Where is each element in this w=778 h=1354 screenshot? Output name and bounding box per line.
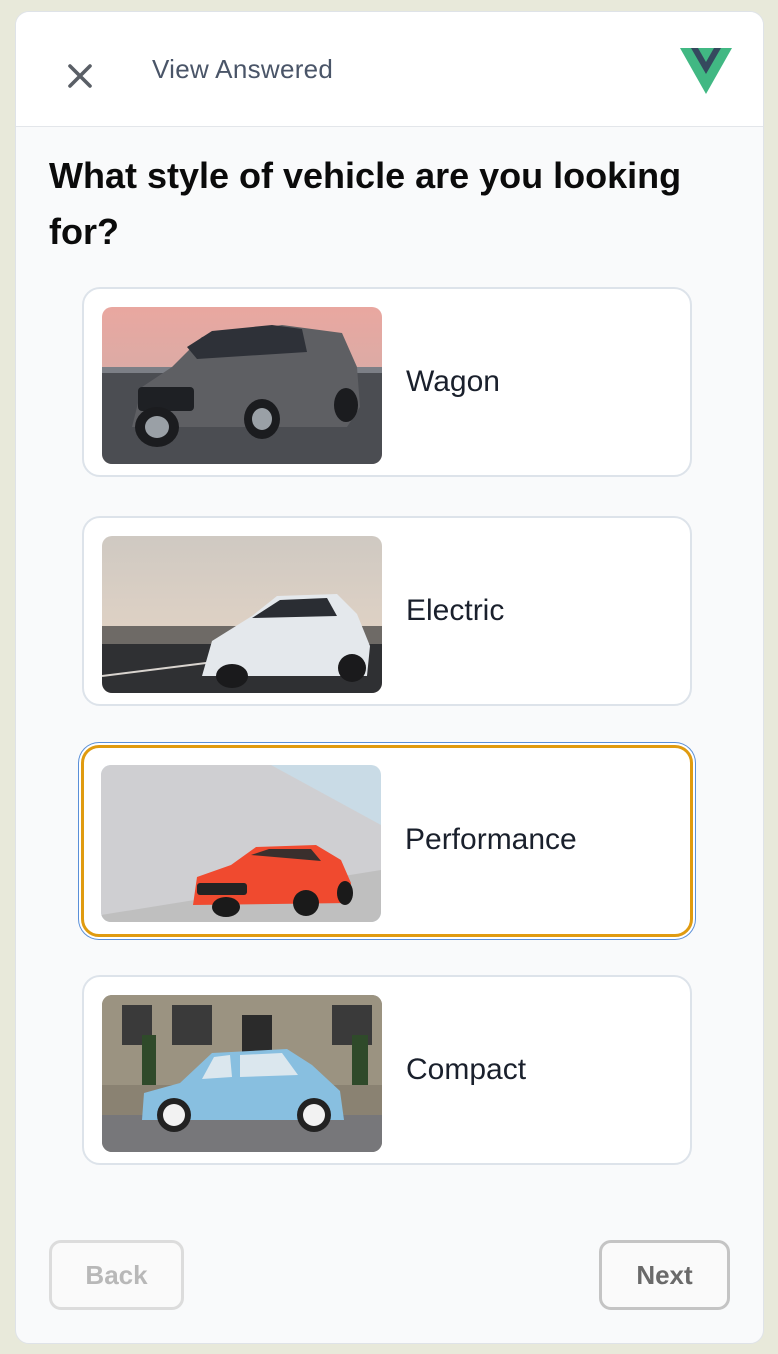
quiz-window: View Answered What style of vehicle are … xyxy=(15,11,764,1344)
option-electric[interactable]: Electric xyxy=(82,516,692,706)
close-icon xyxy=(68,64,92,88)
question-title: What style of vehicle are you looking fo… xyxy=(49,155,682,252)
next-button[interactable]: Next xyxy=(599,1240,730,1310)
option-label: Compact xyxy=(406,1053,527,1086)
back-button[interactable]: Back xyxy=(49,1240,184,1310)
option-label: Performance xyxy=(405,823,577,856)
option-image-performance xyxy=(101,765,381,922)
option-performance[interactable]: Performance xyxy=(81,745,693,937)
option-image-compact xyxy=(102,995,382,1152)
option-compact[interactable]: Compact xyxy=(82,975,692,1165)
close-button[interactable] xyxy=(60,56,100,96)
top-bar: View Answered xyxy=(16,12,763,127)
option-image-wagon xyxy=(102,307,382,464)
vue-logo-icon xyxy=(680,48,732,94)
option-label: Electric xyxy=(406,594,505,627)
option-label: Wagon xyxy=(406,365,500,398)
option-wagon[interactable]: Wagon xyxy=(82,287,692,477)
view-answered-link[interactable]: View Answered xyxy=(152,54,333,85)
option-image-electric xyxy=(102,536,382,693)
